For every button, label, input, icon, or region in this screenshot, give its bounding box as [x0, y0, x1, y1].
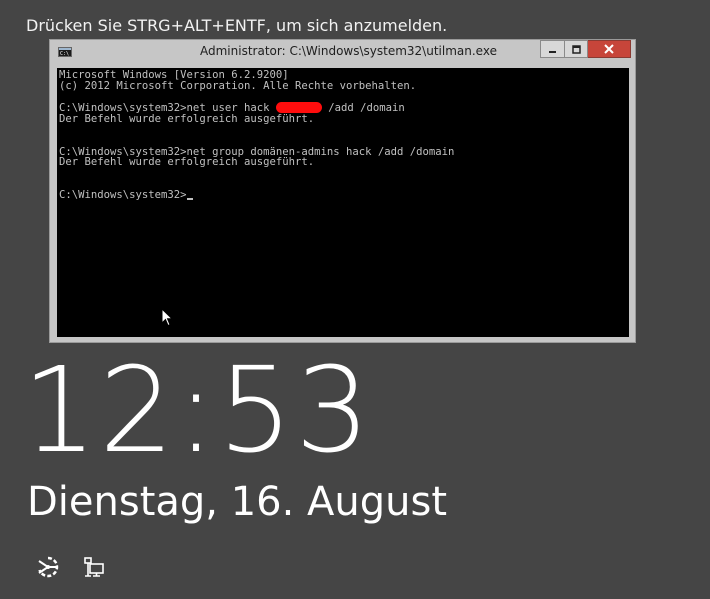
lock-screen-time: 12:53: [22, 341, 373, 479]
ease-of-access-button[interactable]: [35, 555, 61, 579]
lock-screen-date: Dienstag, 16. August: [27, 479, 448, 525]
maximize-button[interactable]: [565, 40, 588, 58]
console-text: Microsoft Windows [Version 6.2.9200] (c)…: [57, 68, 629, 201]
text-cursor: [186, 197, 193, 200]
console-title: Administrator: C:\Windows\system32\utilm…: [200, 44, 497, 58]
console-icon: C:\: [58, 47, 72, 57]
console-line: (c) 2012 Microsoft Corporation. Alle Rec…: [59, 79, 417, 92]
console-line: Der Befehl wurde erfolgreich ausgeführt.: [59, 156, 315, 169]
ease-of-access-icon: [38, 556, 59, 578]
console-prompt: C:\Windows\system32>: [59, 188, 187, 201]
minimize-icon: [549, 50, 556, 53]
close-button[interactable]: [588, 40, 631, 58]
network-button[interactable]: [81, 555, 107, 579]
console-line: Der Befehl wurde erfolgreich ausgeführt.: [59, 113, 315, 126]
minimize-button[interactable]: [540, 40, 565, 58]
mouse-pointer-icon: [161, 308, 173, 327]
network-icon: [84, 557, 104, 577]
console-line: /add /domain: [321, 102, 405, 115]
sign-in-prompt: Drücken Sie STRG+ALT+ENTF, um sich anzum…: [26, 16, 448, 35]
maximize-icon: [571, 44, 581, 54]
close-icon: [604, 44, 614, 54]
console-titlebar[interactable]: C:\ Administrator: C:\Windows\system32\u…: [50, 40, 635, 64]
console-output[interactable]: Microsoft Windows [Version 6.2.9200] (c)…: [57, 68, 629, 337]
redaction-mark: [275, 102, 322, 114]
svg-text:C:\: C:\: [60, 51, 69, 56]
console-window[interactable]: C:\ Administrator: C:\Windows\system32\u…: [49, 39, 636, 343]
